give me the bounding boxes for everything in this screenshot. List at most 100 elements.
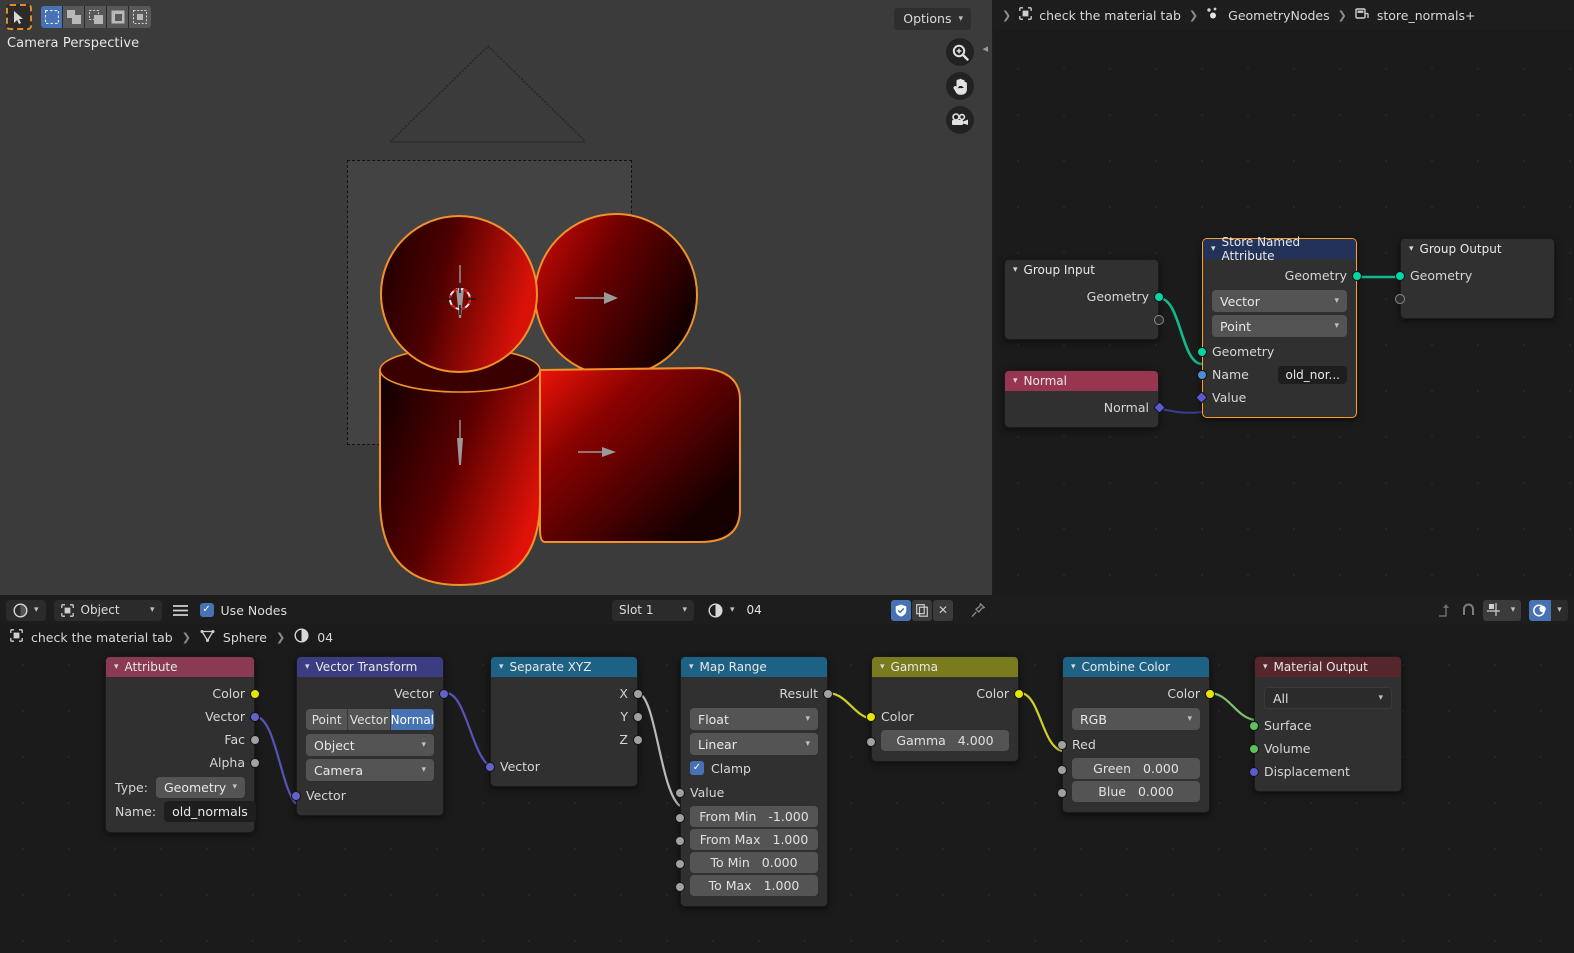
vector-type-toggle[interactable]: Point Vector Normal (306, 709, 434, 730)
collapse-chevron-icon[interactable]: ▾ (305, 662, 310, 672)
node-header[interactable]: ▾ Group Input (1005, 260, 1158, 280)
socket-row-geometry[interactable]: Geometry (1395, 264, 1554, 287)
socket-row-virtual[interactable] (1395, 287, 1554, 310)
node-group-input[interactable]: ▾ Group Input Geometry (1004, 259, 1164, 340)
node-vector-transform[interactable]: ▾ Vector Transform Vector Point Vector N… (291, 656, 449, 816)
collapse-chevron-icon[interactable]: ▾ (1013, 376, 1018, 386)
collapse-chevron-icon[interactable]: ▾ (1211, 244, 1216, 254)
output-socket-vector[interactable] (250, 711, 260, 722)
select-box-tool-icon[interactable] (6, 4, 32, 30)
node-attribute[interactable]: ▾ Attribute Color Vector Fac Alpha Type:… (105, 656, 260, 833)
convert-to-dropdown[interactable]: Camera ▾ (306, 759, 434, 781)
editor-type-dropdown[interactable]: ▾ (6, 599, 46, 621)
new-material-icon[interactable] (912, 599, 932, 621)
socket-row-red[interactable]: Red (1057, 733, 1209, 756)
select-mode-group[interactable] (41, 6, 151, 28)
collapse-chevron-icon[interactable]: ▾ (1263, 662, 1268, 672)
socket-row-displacement[interactable]: Displacement (1249, 760, 1401, 783)
data-type-dropdown[interactable]: Vector ▾ (1212, 290, 1347, 312)
shader-editor-header[interactable]: ▾ Object ▾ ✓ Use Nodes Slot 1 ▾ ▾ 04 ✕ ▾… (0, 596, 1574, 624)
shader-type-dropdown[interactable]: Object ▾ (53, 599, 162, 621)
go-to-parent-icon[interactable] (1431, 600, 1453, 621)
output-socket-color[interactable] (250, 688, 260, 699)
vector-type-point[interactable]: Point (306, 709, 349, 730)
output-socket-color[interactable] (1205, 688, 1215, 699)
use-nodes-checkbox[interactable]: ✓ (199, 603, 214, 617)
select-mode-new-icon[interactable] (41, 6, 63, 28)
socket-row-color-in[interactable]: Color (866, 705, 1018, 728)
collapse-chevron-icon[interactable]: ▾ (114, 662, 119, 672)
input-socket-vector[interactable] (485, 761, 495, 772)
attribute-type-row[interactable]: Type: Geometry ▾ (115, 776, 245, 798)
output-socket-virtual[interactable] (1154, 314, 1164, 325)
output-socket-z[interactable] (633, 734, 643, 745)
node-group-output[interactable]: ▾ Group Output Geometry (1395, 238, 1555, 319)
convert-from-dropdown[interactable]: Object ▾ (306, 734, 434, 756)
output-socket-geometry[interactable] (1352, 270, 1362, 281)
socket-row-fac[interactable]: Fac (106, 728, 260, 751)
node-normal[interactable]: ▾ Normal Normal (1004, 370, 1166, 428)
output-socket-fac[interactable] (250, 734, 260, 745)
input-socket-geometry[interactable] (1197, 346, 1207, 357)
select-mode-invert-icon[interactable] (107, 6, 129, 28)
snap-dropdown-chevron-icon[interactable]: ▾ (1505, 599, 1521, 621)
material-name-field[interactable]: ▾ 04 (702, 599, 887, 621)
to-min-field[interactable]: To Min 0.000 (690, 852, 818, 873)
node-separate-xyz[interactable]: ▾ Separate XYZ X Y Z Vector (485, 656, 643, 787)
node-header[interactable]: ▾ Attribute (106, 657, 254, 677)
collapse-chevron-icon[interactable]: ▾ (499, 662, 504, 672)
input-socket-displacement[interactable] (1249, 766, 1259, 777)
node-header[interactable]: ▾ Vector Transform (297, 657, 443, 677)
blue-field[interactable]: Blue 0.000 (1072, 781, 1200, 802)
input-socket-vector[interactable] (291, 790, 301, 801)
overlays-dropdown-chevron-icon[interactable]: ▾ (1551, 599, 1568, 621)
socket-row-value[interactable]: Value (675, 781, 827, 804)
zoom-gizmo-icon[interactable] (946, 38, 974, 66)
node-map-range[interactable]: ▾ Map Range Result Float ▾ Linear ▾ ✓ Cl… (675, 656, 833, 907)
socket-row-surface[interactable]: Surface (1249, 714, 1401, 737)
camera-gizmo-icon[interactable] (946, 106, 974, 134)
geometry-node-editor[interactable]: ❯ check the material tab ❯ GeometryNodes… (995, 0, 1574, 595)
input-socket-surface[interactable] (1249, 720, 1259, 731)
snap-magnet-icon[interactable] (1457, 600, 1479, 621)
socket-row-alpha[interactable]: Alpha (106, 751, 260, 774)
hamburger-icon[interactable] (170, 600, 192, 621)
input-socket-color[interactable] (866, 711, 876, 722)
socket-row-z[interactable]: Z (491, 728, 643, 751)
color-mode-dropdown[interactable]: RGB ▾ (1072, 708, 1200, 730)
attribute-name-value[interactable]: old_normals (164, 800, 256, 822)
socket-row-value[interactable]: Value (1195, 386, 1356, 409)
breadcrumb-item-nodegroup[interactable]: store_normals+ (1377, 8, 1476, 23)
shader-node-editor[interactable]: ▾ Object ▾ ✓ Use Nodes Slot 1 ▾ ▾ 04 ✕ ▾… (0, 596, 1574, 953)
input-socket-value[interactable] (1195, 391, 1208, 404)
node-header[interactable]: ▾ Normal (1005, 371, 1158, 391)
socket-row-color-out[interactable]: Color (872, 682, 1024, 705)
socket-row-vector[interactable]: Vector (106, 705, 260, 728)
unlink-icon[interactable]: ✕ (933, 599, 953, 621)
collapse-chevron-icon[interactable]: ▾ (689, 662, 694, 672)
input-socket-gamma[interactable] (866, 737, 876, 747)
input-socket-blue[interactable] (1057, 788, 1067, 798)
socket-row-color-out[interactable]: Color (1063, 682, 1215, 705)
viewport-toolbar[interactable] (6, 4, 151, 30)
material-name-value[interactable]: 04 (747, 603, 762, 617)
from-min-field[interactable]: From Min -1.000 (690, 806, 818, 827)
input-socket-volume[interactable] (1249, 743, 1259, 754)
interpolation-dropdown[interactable]: Linear ▾ (690, 733, 818, 755)
target-dropdown[interactable]: All ▾ (1264, 687, 1392, 709)
socket-row-y[interactable]: Y (491, 705, 643, 728)
input-socket-value[interactable] (675, 787, 685, 798)
attribute-name-row[interactable]: Name: old_normals (115, 800, 256, 822)
node-gamma[interactable]: ▾ Gamma Color Color Gamma 4.000 (866, 656, 1024, 762)
node-header[interactable]: ▾ Combine Color (1063, 657, 1209, 677)
socket-row-vector-out[interactable]: Vector (297, 682, 449, 705)
input-socket-to-max[interactable] (675, 882, 685, 892)
pin-icon[interactable] (967, 600, 989, 621)
node-header[interactable]: ▾ Separate XYZ (491, 657, 637, 677)
output-socket-color[interactable] (1014, 688, 1024, 699)
collapse-chevron-icon[interactable]: ▾ (1013, 265, 1018, 275)
overlays-icon[interactable] (1529, 599, 1551, 621)
input-socket-red[interactable] (1057, 739, 1067, 750)
clamp-row[interactable]: ✓ Clamp (690, 758, 818, 778)
collapse-chevron-icon[interactable]: ▾ (880, 662, 885, 672)
